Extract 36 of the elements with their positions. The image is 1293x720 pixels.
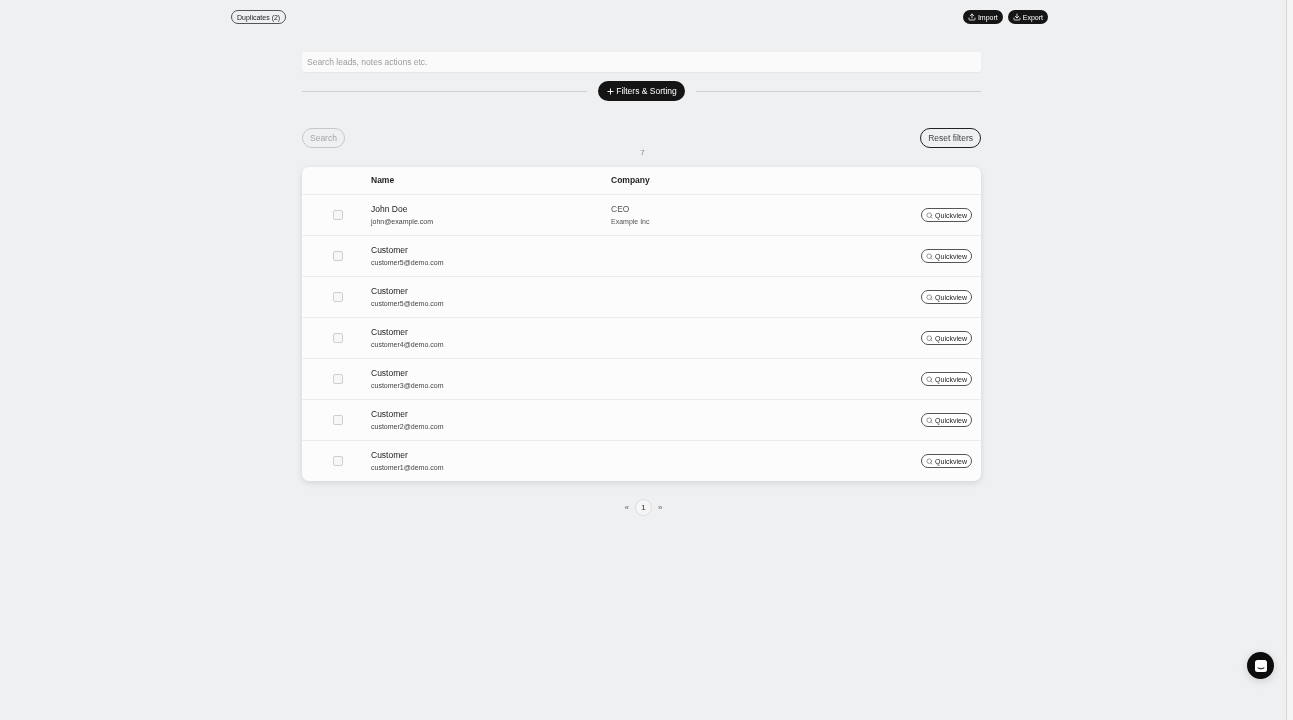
row-checkbox[interactable]	[333, 374, 343, 384]
search-icon	[926, 211, 934, 219]
row-checkbox[interactable]	[333, 292, 343, 302]
lead-name: Customer	[371, 327, 408, 338]
column-header: Company	[611, 174, 650, 187]
next-page-button[interactable]: »	[656, 503, 665, 512]
result-count: 7	[640, 148, 645, 158]
search-icon	[926, 457, 934, 465]
download-icon	[1012, 13, 1021, 21]
scrollbar[interactable]	[1286, 0, 1293, 720]
search-icon	[926, 416, 934, 424]
search-icon	[926, 334, 934, 342]
row-checkbox[interactable]	[333, 456, 343, 466]
chat-icon	[1254, 659, 1267, 672]
previous-page-button[interactable]: «	[622, 503, 631, 512]
lead-name: Customer	[371, 286, 408, 297]
filters-sorting-button[interactable]: Filters & Sorting	[598, 81, 685, 101]
chat-button[interactable]	[1247, 652, 1274, 679]
search-icon	[926, 252, 934, 260]
row-checkbox[interactable]	[333, 415, 343, 425]
lead-name: Customer	[371, 409, 408, 420]
lead-name: Customer	[371, 368, 408, 379]
row-checkbox[interactable]	[333, 333, 343, 343]
row-checkbox[interactable]	[333, 210, 343, 220]
upload-icon	[967, 13, 976, 21]
search-icon	[926, 375, 934, 383]
lead-name: Customer	[371, 245, 408, 256]
search-icon	[926, 293, 934, 301]
column-header: Name	[371, 174, 395, 187]
search-field[interactable]: Search leads, notes actions etc.	[302, 52, 981, 72]
plus-icon	[606, 86, 616, 96]
lead-title: CEO	[611, 204, 630, 215]
row-checkbox[interactable]	[333, 251, 343, 261]
lead-name: John Doe	[371, 204, 408, 215]
lead-name: Customer	[371, 450, 408, 461]
page-button[interactable]: 1	[635, 499, 652, 516]
